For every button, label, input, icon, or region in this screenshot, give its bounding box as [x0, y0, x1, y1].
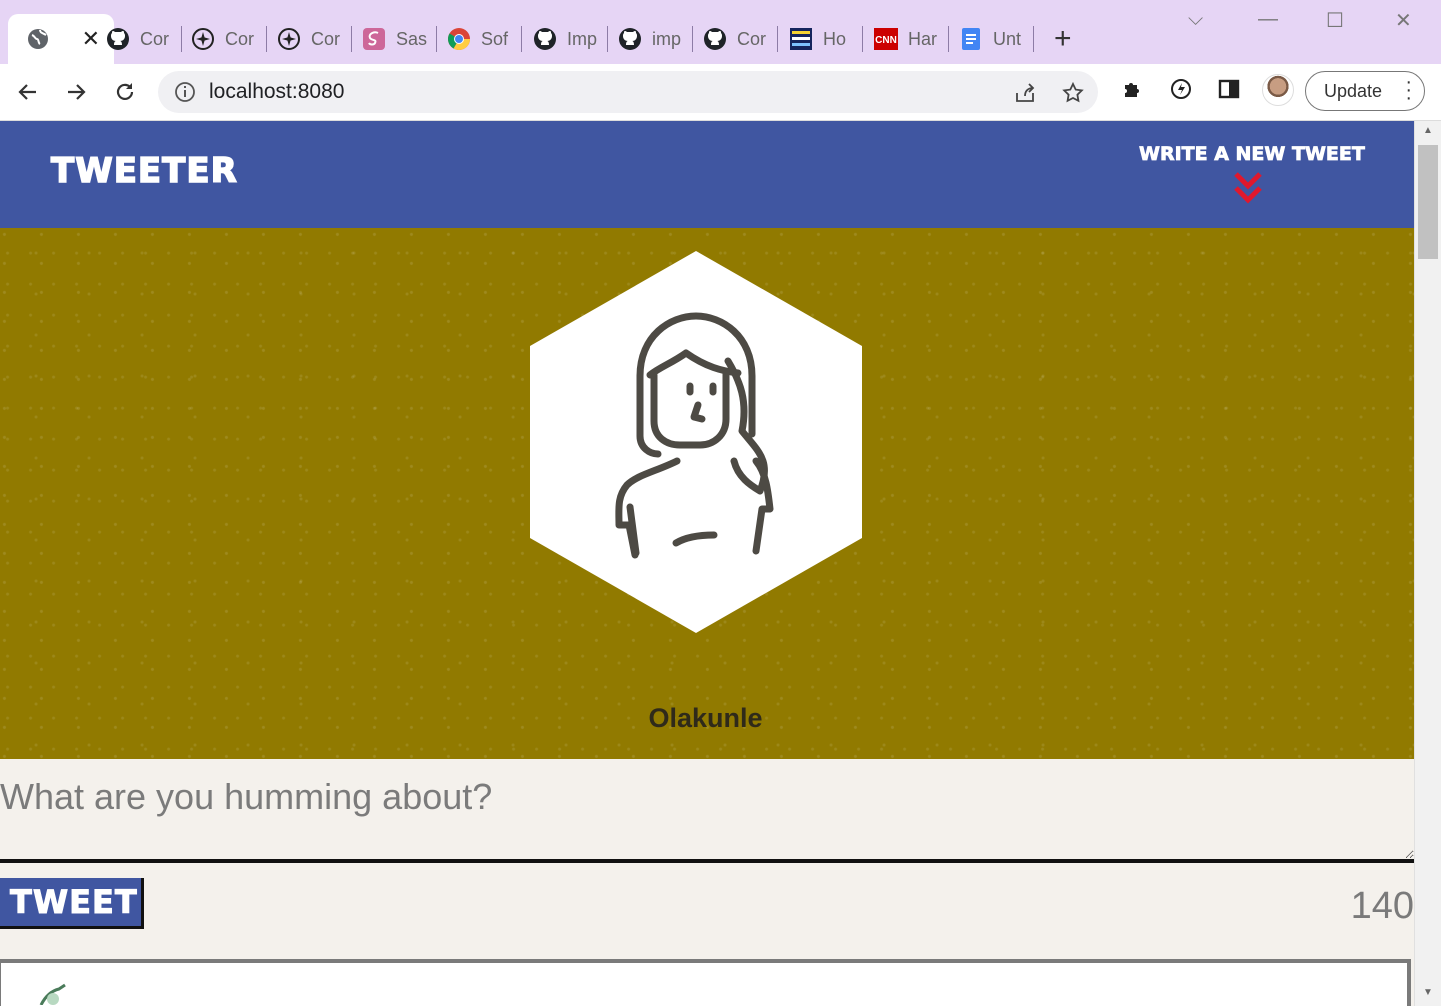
tab-label: Unt [993, 28, 1022, 49]
profile-header: Olakunle [0, 228, 1414, 759]
chevron-double-down-icon[interactable] [1233, 171, 1263, 210]
tab-divider [948, 26, 949, 52]
forward-button[interactable] [60, 76, 92, 108]
compass-icon [277, 27, 301, 51]
forward-arrow-icon [68, 84, 86, 100]
tab-divider [692, 26, 693, 52]
tweet-text-input[interactable] [0, 759, 1414, 863]
tab-label: Sas [396, 28, 428, 49]
tab-divider [436, 26, 437, 52]
address-bar[interactable]: localhost:8080 [158, 71, 1098, 113]
scrollbar-thumb[interactable] [1418, 145, 1438, 259]
tab-divider [181, 26, 182, 52]
scroll-down-arrow-icon[interactable]: ▼ [1423, 987, 1433, 998]
chrome-icon [447, 27, 471, 51]
tab-divider [862, 26, 863, 52]
tab-divider [1033, 26, 1034, 52]
tab-divider [266, 26, 267, 52]
tab-label: Imp [567, 28, 598, 49]
update-button[interactable]: Update · · · [1305, 71, 1425, 111]
github-icon [106, 27, 130, 51]
tab-divider [351, 26, 352, 52]
brand-logo[interactable]: TWEETER [50, 150, 238, 192]
tweet-card [0, 959, 1411, 1006]
side-panel-icon[interactable] [1217, 77, 1241, 106]
tab-label: Cor [225, 28, 255, 49]
cnn-icon: CNN [874, 27, 898, 51]
write-new-tweet-link[interactable]: WRITE A NEW TWEET [1139, 143, 1366, 166]
tweet-avatar-icon [39, 983, 69, 1006]
tab[interactable]: Cor [106, 14, 176, 64]
url-text[interactable]: localhost:8080 [209, 80, 344, 104]
tab[interactable]: Imp [533, 14, 603, 64]
tab[interactable]: imp [618, 14, 688, 64]
close-window-button[interactable]: ✕ [1395, 8, 1412, 33]
tab[interactable]: Sas [362, 14, 432, 64]
tab-divider [521, 26, 522, 52]
tab-label: Sof [481, 28, 509, 49]
new-tab-button[interactable]: + [1054, 22, 1072, 56]
tab-label: Har [908, 28, 938, 49]
performance-icon[interactable] [1169, 77, 1193, 106]
tab-active[interactable]: ✕ [8, 14, 114, 64]
kebab-menu-icon[interactable]: · · · [1405, 72, 1412, 108]
tab[interactable]: CNN Har [874, 14, 944, 64]
tab-label: Cor [737, 28, 767, 49]
site-wizard-icon [789, 27, 813, 51]
github-icon [533, 27, 557, 51]
tweet-submit-button[interactable]: TWEET [0, 878, 144, 929]
tab-divider [607, 26, 608, 52]
svg-text:CNN: CNN [875, 35, 897, 46]
minimize-button[interactable]: — [1258, 8, 1278, 31]
update-label: Update [1324, 80, 1383, 101]
maximize-button[interactable]: ☐ [1326, 8, 1344, 33]
reload-icon [116, 83, 134, 100]
back-arrow-icon [18, 84, 36, 100]
reload-button[interactable] [109, 76, 141, 108]
scroll-up-arrow-icon[interactable]: ▲ [1423, 125, 1433, 136]
person-avatar-icon [530, 251, 862, 633]
github-icon [703, 27, 727, 51]
tab[interactable]: Cor [277, 14, 347, 64]
github-icon [618, 27, 642, 51]
globe-icon [26, 27, 50, 51]
bookmark-star-icon[interactable] [1061, 81, 1085, 110]
character-counter: 140 [1350, 885, 1414, 927]
tab[interactable]: Cor [191, 14, 261, 64]
page-scrollbar[interactable]: ▲ ▼ [1414, 121, 1441, 1006]
page-viewport: TWEETER WRITE A NEW TWEET Olakunle What … [0, 121, 1414, 1006]
share-icon[interactable] [1013, 81, 1037, 110]
profile-name: Olakunle [648, 703, 763, 733]
tab[interactable]: Unt [959, 14, 1029, 64]
tab-search-icon[interactable]: ⌵ [1188, 8, 1203, 31]
tab-strip: ✕ Cor Cor Cor Sas Sof Imp imp Cor Ho CNN… [0, 0, 1441, 64]
tab[interactable]: Sof [447, 14, 517, 64]
extensions-puzzle-icon[interactable] [1121, 77, 1145, 106]
tab-label: Cor [140, 28, 170, 49]
tab-label: Cor [311, 28, 341, 49]
site-nav: TWEETER WRITE A NEW TWEET [0, 121, 1414, 228]
back-button[interactable] [12, 76, 44, 108]
sass-icon [362, 27, 386, 51]
browser-toolbar: localhost:8080 Update · · · [0, 64, 1441, 121]
close-tab-icon[interactable]: ✕ [82, 26, 100, 52]
docs-icon [959, 27, 983, 51]
info-icon[interactable] [174, 81, 196, 108]
tab-label: imp [652, 28, 682, 49]
tab[interactable]: Cor [703, 14, 773, 64]
compass-icon [191, 27, 215, 51]
tab-divider [777, 26, 778, 52]
tab-label: Ho [823, 28, 847, 49]
tab[interactable]: Ho [789, 14, 859, 64]
profile-avatar[interactable] [1262, 74, 1294, 106]
